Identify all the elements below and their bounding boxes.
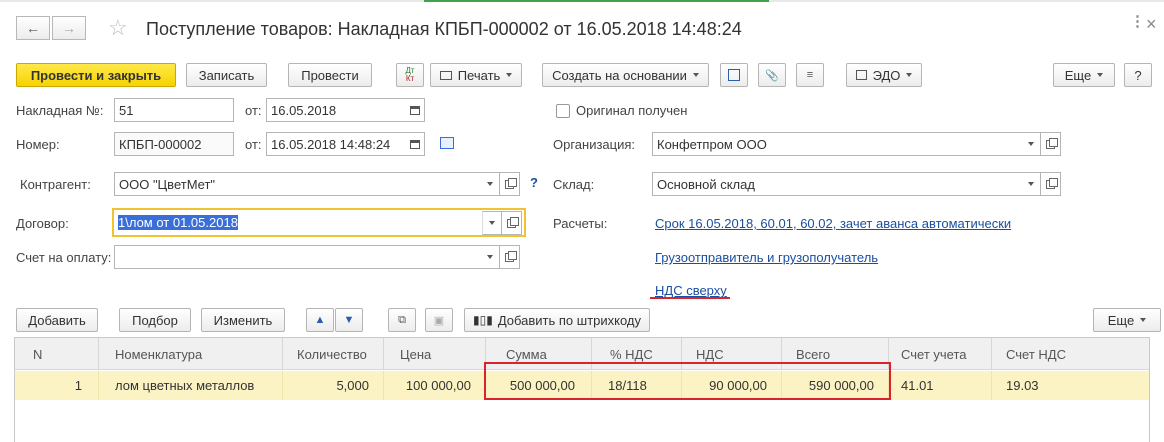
create-based-on-label: Создать на основании [552, 67, 687, 83]
cell-n: 1 [15, 371, 99, 400]
number-label: Номер: [16, 137, 60, 152]
window-title: Поступление товаров: Накладная КПБП-0000… [146, 19, 742, 39]
payment-invoice-dropdown-icon[interactable] [480, 245, 500, 269]
post-and-close-button[interactable]: Провести и закрыть [16, 63, 176, 87]
cell-price: 100 000,00 [384, 371, 486, 400]
organization-dropdown-icon[interactable] [1021, 132, 1041, 156]
cell-nomenclature: лом цветных металлов [99, 371, 283, 400]
barcode-icon: ▮▯▮ [473, 313, 493, 327]
cell-quantity: 5,000 [283, 371, 384, 400]
counterparty-help-icon[interactable]: ? [530, 175, 538, 190]
invoice-number-label: Накладная №: [16, 103, 104, 118]
settlements-link[interactable]: Срок 16.05.2018, 60.01, 60.02, зачет ава… [655, 216, 1011, 231]
edit-number-icon[interactable] [440, 137, 454, 149]
col-account[interactable]: Счет учета [889, 338, 992, 370]
print-button[interactable]: Печать [430, 63, 522, 87]
add-by-barcode-button[interactable]: ▮▯▮ Добавить по штрихкоду [464, 308, 650, 332]
select-button[interactable]: Подбор [119, 308, 191, 332]
contract-field[interactable]: 1\лом от 01.05.2018 [112, 208, 526, 237]
counterparty-label: Контрагент: [20, 177, 91, 192]
warehouse-open-icon[interactable] [1041, 172, 1061, 196]
structure-icon[interactable] [720, 63, 748, 87]
copy-icon[interactable]: ⧉ [388, 308, 416, 332]
col-n[interactable]: N [15, 338, 99, 370]
contract-open-icon[interactable] [502, 211, 522, 235]
create-based-on-button[interactable]: Создать на основании [542, 63, 709, 87]
cell-vat-account: 19.03 [1006, 378, 1039, 393]
organization-label: Организация: [553, 137, 636, 152]
window-top-border [0, 0, 1164, 2]
col-price[interactable]: Цена [384, 338, 486, 370]
back-button[interactable]: ← [16, 16, 50, 40]
counterparty-dropdown-icon[interactable] [480, 172, 500, 196]
col-quantity[interactable]: Количество [283, 338, 384, 370]
attach-icon[interactable]: 📎 [758, 63, 786, 87]
vat-on-top-link[interactable]: НДС сверху [655, 283, 727, 298]
warehouse-label: Склад: [553, 177, 595, 192]
move-up-icon[interactable]: ▲ [306, 308, 334, 332]
invoice-date-field[interactable]: 16.05.2018 [266, 98, 406, 122]
number-field[interactable]: КПБП-000002 [114, 132, 234, 156]
warehouse-dropdown-icon[interactable] [1021, 172, 1041, 196]
payment-invoice-field[interactable] [114, 245, 481, 269]
organization-field[interactable]: Конфетпром ООО [652, 132, 1022, 156]
contract-dropdown-icon[interactable] [482, 211, 502, 235]
arrow-left-icon: ← [26, 20, 40, 36]
forward-button[interactable]: → [52, 16, 86, 40]
dt-kt-icon[interactable]: Дт Кт [396, 63, 424, 87]
calendar-icon[interactable] [405, 98, 425, 122]
print-label: Печать [457, 67, 501, 83]
edo-icon [855, 70, 867, 80]
post-button[interactable]: Провести [288, 63, 372, 87]
contract-label: Договор: [16, 216, 69, 231]
add-by-barcode-label: Добавить по штрихкоду [497, 312, 641, 328]
arrow-right-icon: → [62, 20, 76, 36]
printer-icon [439, 70, 452, 80]
invoice-number-field[interactable]: 51 [114, 98, 234, 122]
move-down-icon[interactable]: ▼ [335, 308, 363, 332]
original-received-label: Оригинал получен [576, 103, 688, 118]
counterparty-field[interactable]: ООО "ЦветМет" [114, 172, 481, 196]
add-button[interactable]: Добавить [16, 308, 98, 332]
calendar-icon[interactable] [405, 132, 425, 156]
edo-label: ЭДО [872, 67, 901, 83]
settlements-label: Расчеты: [553, 216, 608, 231]
star-icon[interactable]: ☆ [108, 17, 128, 39]
close-icon[interactable]: × [1146, 14, 1157, 35]
col-vat-account[interactable]: Счет НДС [992, 338, 1151, 370]
annotation-highlight-box [484, 362, 891, 400]
change-button[interactable]: Изменить [201, 308, 285, 332]
edo-button[interactable]: ЭДО [846, 63, 922, 87]
warehouse-field[interactable]: Основной склад [652, 172, 1022, 196]
counterparty-open-icon[interactable] [500, 172, 520, 196]
more-actions-icon[interactable]: ⋮ [1130, 12, 1145, 30]
number-datetime-field[interactable]: 16.05.2018 14:48:24 [266, 132, 406, 156]
more-button[interactable]: Еще [1053, 63, 1115, 87]
invoice-date-label: от: [245, 103, 262, 118]
shipper-consignee-link[interactable]: Грузоотправитель и грузополучатель [655, 250, 878, 265]
col-nomenclature[interactable]: Номенклатура [99, 338, 283, 370]
organization-open-icon[interactable] [1041, 132, 1061, 156]
table-more-button[interactable]: Еще [1093, 308, 1161, 332]
table-more-label: Еще [1107, 312, 1135, 328]
contract-value: 1\лом от 01.05.2018 [118, 215, 238, 230]
save-button[interactable]: Записать [186, 63, 267, 87]
annotation-underline [650, 297, 730, 299]
more-label: Еще [1064, 67, 1092, 83]
paste-icon[interactable]: ▣ [425, 308, 453, 332]
list-icon[interactable]: ≡ [796, 63, 824, 87]
original-received-checkbox[interactable] [556, 104, 570, 118]
cell-account: 41.01 [889, 371, 992, 400]
payment-invoice-label: Счет на оплату: [16, 250, 112, 265]
number-date-label: от: [245, 137, 262, 152]
help-button[interactable]: ? [1124, 63, 1152, 87]
payment-invoice-open-icon[interactable] [500, 245, 520, 269]
